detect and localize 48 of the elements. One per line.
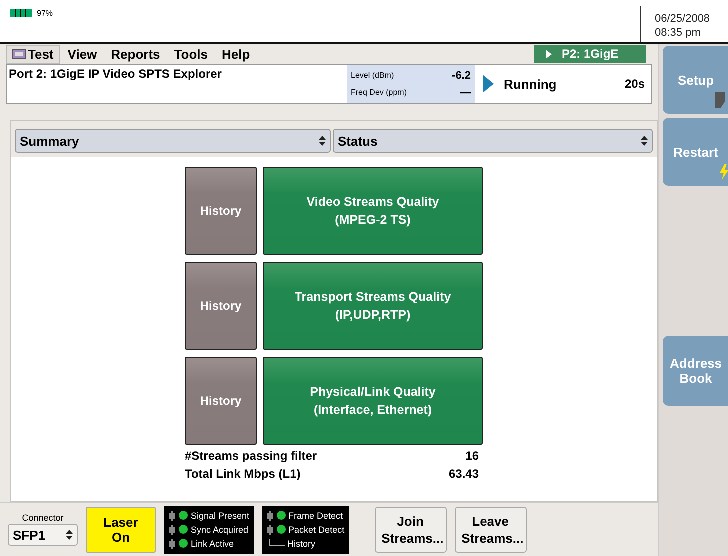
- updown-icon: [319, 136, 326, 146]
- connector-label: Connector: [22, 513, 64, 523]
- stat-value: 16: [466, 449, 479, 463]
- menu-item[interactable]: Help: [216, 44, 256, 64]
- laser-button[interactable]: Laser On: [86, 506, 156, 552]
- updown-icon: [66, 530, 73, 540]
- stat-value: 63.43: [448, 467, 479, 481]
- test-title: Port 2: 1GigE IP Video SPTS Explorer: [8, 66, 223, 83]
- updown-icon: [641, 136, 648, 146]
- battery-icon: [10, 9, 32, 17]
- stream-action-button[interactable]: Leave Streams...: [454, 506, 527, 552]
- quality-button[interactable]: Transport Streams Quality (IP,UDP,RTP): [263, 262, 483, 350]
- lightning-icon: [719, 164, 728, 180]
- date-text: 06/25/2008: [655, 12, 712, 26]
- indicator-label: Sync Acquired: [191, 524, 249, 534]
- battery-percentage: 97%: [37, 9, 54, 18]
- indicator-label: Link Active: [191, 538, 234, 548]
- stat-label: Total Link Mbps (L1): [185, 467, 301, 481]
- stat-label: #Streams passing filter: [185, 449, 318, 463]
- history-button[interactable]: History: [185, 357, 257, 445]
- menu-item[interactable]: Tools: [168, 44, 214, 64]
- menu-item[interactable]: View: [62, 44, 104, 64]
- menu-item[interactable]: Test: [6, 44, 60, 64]
- menu-item[interactable]: Reports: [105, 44, 166, 64]
- connector-select[interactable]: SFP1: [8, 524, 78, 546]
- monitor-icon: [12, 48, 26, 60]
- indicator-label: Frame Detect: [288, 510, 344, 520]
- play-icon: [483, 75, 494, 93]
- elapsed-time: 20s: [624, 77, 645, 91]
- indicator-label: Signal Present: [191, 510, 250, 520]
- quality-button[interactable]: Physical/Link Quality (Interface, Ethernet): [263, 357, 483, 445]
- time-text: 08:35 pm: [655, 26, 702, 40]
- indicator-label: History: [288, 538, 316, 548]
- history-button[interactable]: History: [185, 262, 257, 350]
- indicator-label: Packet Detect: [288, 524, 345, 534]
- play-icon: [546, 50, 552, 58]
- run-status: Running: [504, 76, 558, 92]
- quality-button[interactable]: Video Streams Quality (MPEG-2 TS): [263, 167, 483, 255]
- reading-label: Freq Dev (ppm): [351, 88, 408, 97]
- reading-value: —: [460, 86, 471, 98]
- history-button[interactable]: History: [185, 167, 257, 255]
- reading-label: Level (dBm): [351, 71, 394, 80]
- page-icon: [715, 92, 728, 108]
- port-badge: P2: 1GigE: [534, 45, 646, 63]
- stream-action-button[interactable]: Join Streams...: [374, 506, 447, 552]
- view-select[interactable]: Summary: [15, 129, 331, 153]
- reading-value: -6.2: [452, 70, 471, 82]
- view-select[interactable]: Status: [333, 129, 653, 153]
